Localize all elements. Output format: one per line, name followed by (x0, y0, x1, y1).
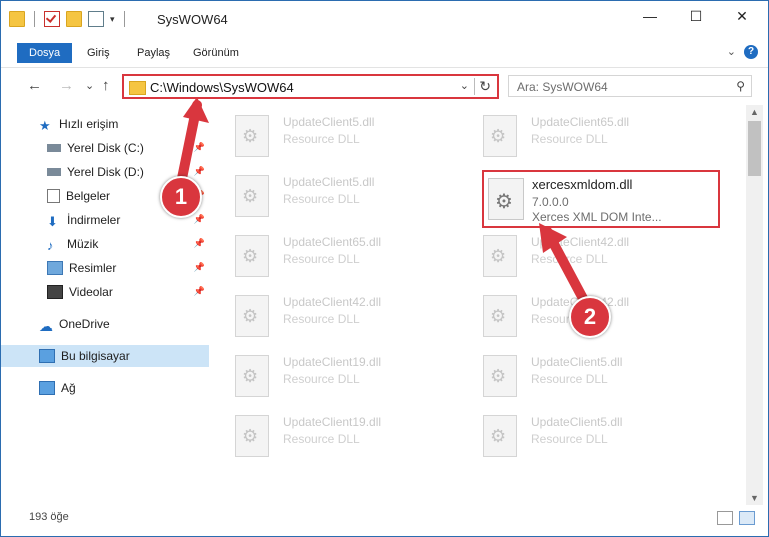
annotation-arrows (174, 97, 592, 311)
annotation-marker-2: 2 (569, 296, 611, 338)
explorer-window: ▾ SysWOW64 — ☐ ✕ Dosya Giriş Paylaş Görü… (0, 0, 769, 537)
annotation-marker-1: 1 (160, 176, 202, 218)
arrow-1-head (183, 97, 209, 123)
